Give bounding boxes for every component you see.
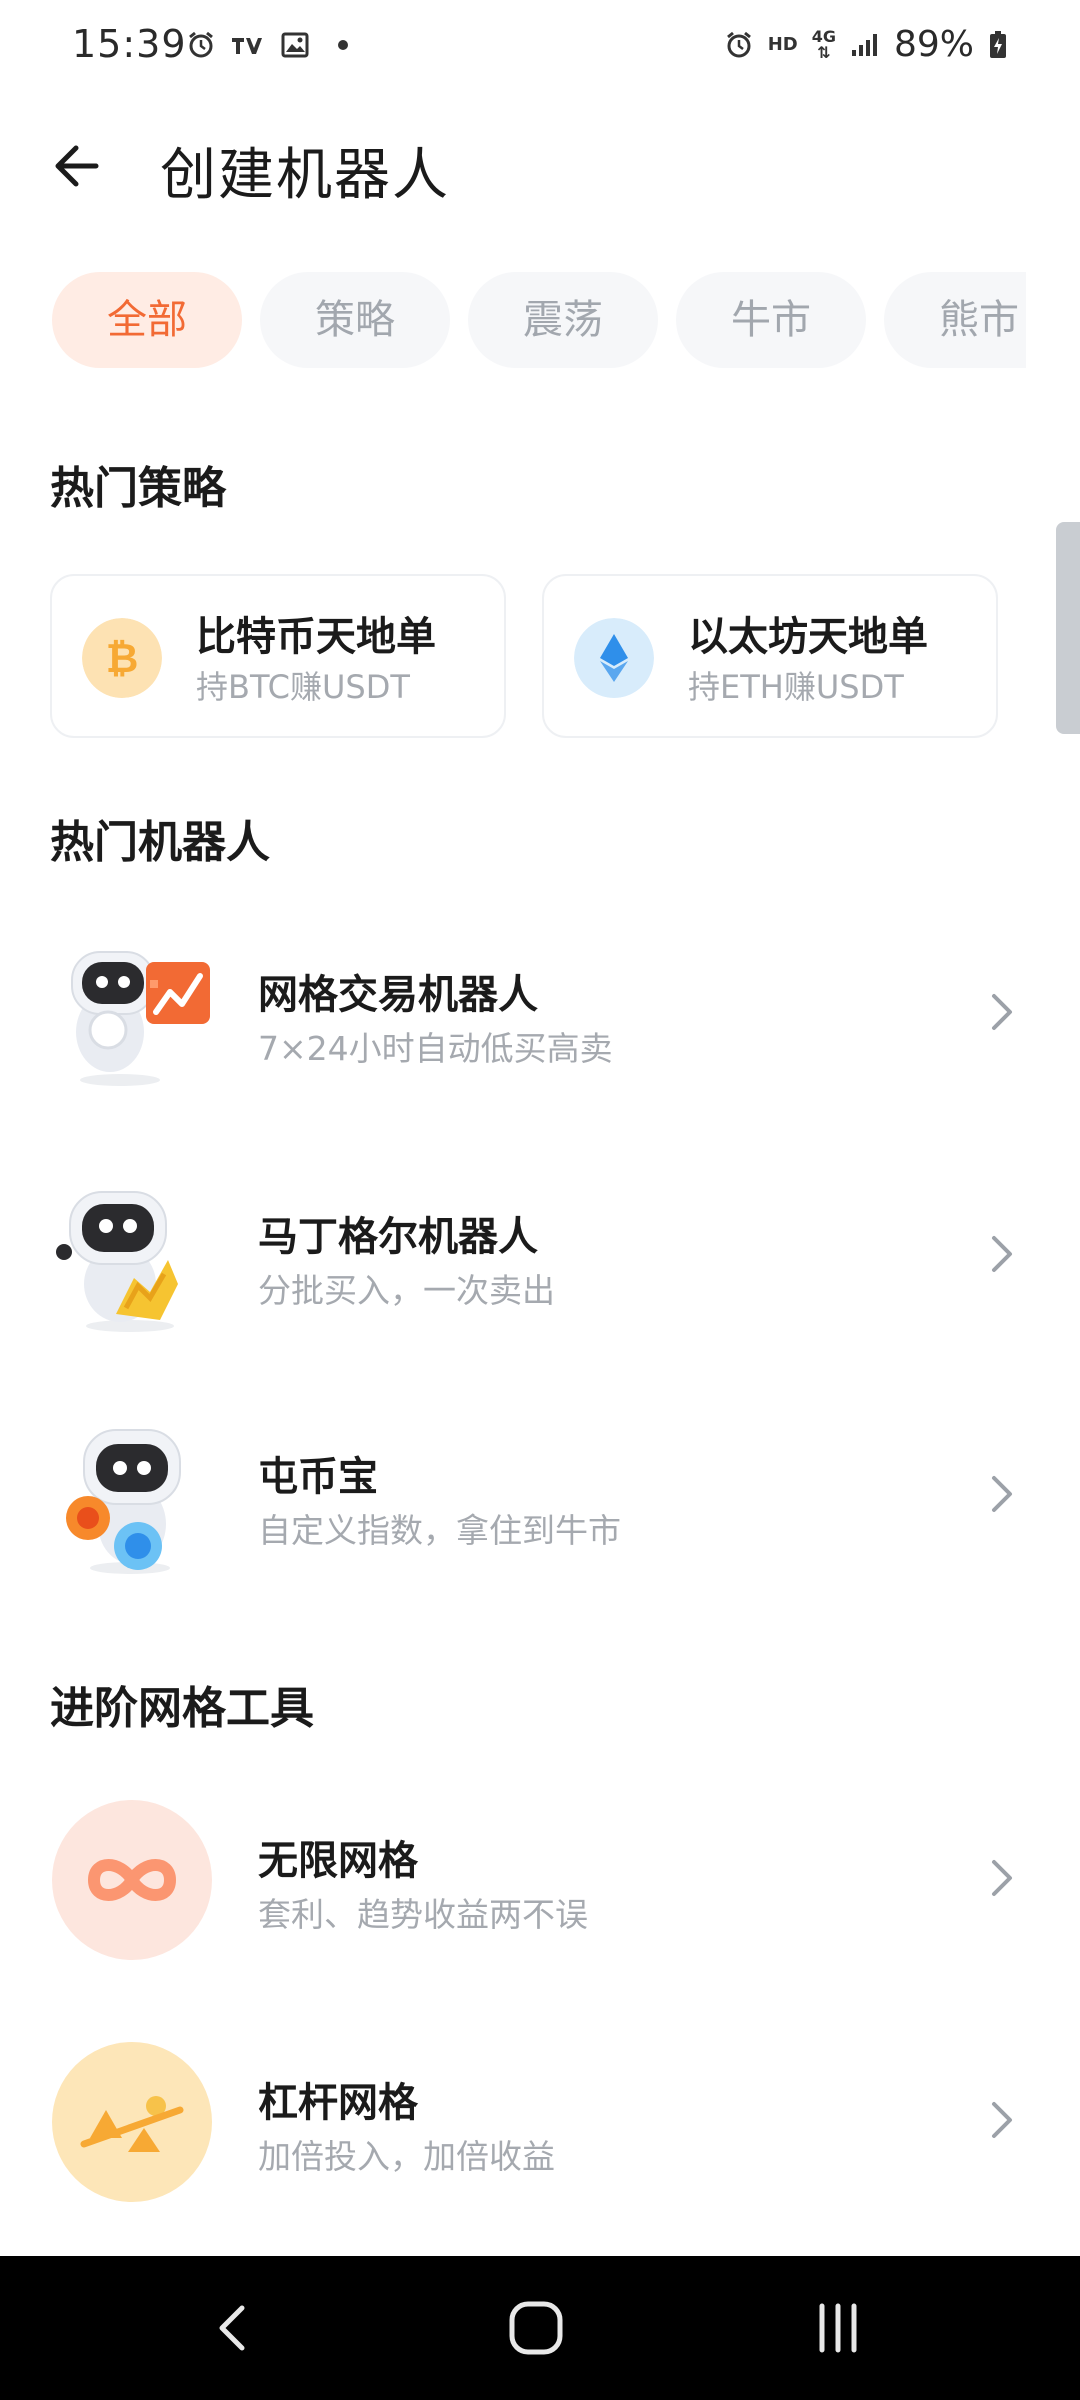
category-tabs: 全部 策略 震荡 牛市 熊市 bbox=[52, 272, 1026, 368]
svg-text:₿: ₿ bbox=[106, 636, 139, 682]
infinity-icon bbox=[52, 1800, 212, 1960]
row-subtitle: 分批买入，一次卖出 bbox=[258, 1271, 555, 1310]
strategy-card-btc[interactable]: ₿ 比特币天地单 持BTC赚USDT bbox=[50, 574, 506, 738]
row-title: 屯币宝 bbox=[258, 1454, 378, 1500]
network-type-label: 4G bbox=[811, 26, 836, 46]
4g-icon: 4G ⇅ bbox=[811, 26, 836, 62]
list-item-infinity-grid[interactable]: 无限网格 套利、趋势收益两不误 bbox=[0, 1788, 1080, 1968]
bitcoin-icon: ₿ bbox=[82, 618, 162, 698]
chevron-right-icon bbox=[992, 2102, 1012, 2138]
chevron-right-icon bbox=[992, 994, 1012, 1030]
hot-strategies-title: 热门策略 bbox=[50, 463, 226, 514]
list-item-hodl-robot[interactable]: 屯币宝 自定义指数，拿住到牛市 bbox=[0, 1404, 1080, 1584]
advanced-grid-title: 进阶网格工具 bbox=[50, 1683, 314, 1734]
arrow-left-icon[interactable] bbox=[46, 134, 110, 198]
scrollbar[interactable] bbox=[1056, 522, 1080, 734]
page-title: 创建机器人 bbox=[160, 143, 450, 208]
hodl-robot-icon bbox=[66, 1429, 181, 1574]
list-item-martingale-robot[interactable]: 马丁格尔机器人 分批买入，一次卖出 bbox=[0, 1164, 1080, 1344]
card-title: 以太坊天地单 bbox=[688, 614, 928, 660]
row-subtitle: 加倍投入，加倍收益 bbox=[258, 2137, 555, 2176]
signal-icon bbox=[851, 33, 877, 56]
tab-bull-market[interactable]: 牛市 bbox=[676, 272, 866, 368]
card-subtitle: 持ETH赚USDT bbox=[688, 668, 904, 706]
row-subtitle: 7×24小时自动低买高卖 bbox=[258, 1029, 613, 1068]
dot-icon bbox=[338, 40, 348, 50]
row-title: 杠杆网格 bbox=[258, 2080, 418, 2126]
status-bar: 15:39 HD 4G ⇅ 89% bbox=[0, 0, 1080, 100]
hot-robots-title: 热门机器人 bbox=[50, 817, 270, 868]
status-left-icons bbox=[186, 30, 348, 60]
ethereum-icon bbox=[574, 618, 654, 698]
chevron-right-icon bbox=[992, 1860, 1012, 1896]
alarm-icon bbox=[726, 31, 751, 57]
nav-recents-icon[interactable] bbox=[798, 2296, 878, 2360]
row-subtitle: 自定义指数，拿住到牛市 bbox=[258, 1511, 621, 1550]
tab-oscillation[interactable]: 震荡 bbox=[468, 272, 658, 368]
row-subtitle: 套利、趋势收益两不误 bbox=[258, 1895, 588, 1934]
battery-percent: 89% bbox=[893, 24, 974, 65]
alarm-icon bbox=[189, 31, 213, 58]
tab-bear-market[interactable]: 熊市 bbox=[884, 272, 1026, 368]
row-title: 马丁格尔机器人 bbox=[258, 1214, 538, 1260]
gallery-icon bbox=[281, 32, 309, 58]
grid-trading-robot-icon bbox=[71, 951, 210, 1086]
list-item-leverage-grid[interactable]: 杠杆网格 加倍投入，加倍收益 bbox=[0, 2030, 1080, 2210]
chevron-right-icon bbox=[992, 1476, 1012, 1512]
status-time: 15:39 bbox=[72, 22, 187, 66]
header: 创建机器人 bbox=[0, 112, 1080, 222]
list-item-grid-robot[interactable]: 网格交易机器人 7×24小时自动低买高卖 bbox=[0, 922, 1080, 1102]
leverage-shapes-icon bbox=[52, 2042, 212, 2202]
card-title: 比特币天地单 bbox=[196, 614, 436, 660]
screen: 15:39 HD 4G ⇅ 89% 创建机器人 全部 策略 震荡 牛市 熊市 热… bbox=[0, 0, 1080, 2400]
martingale-robot-icon bbox=[56, 1191, 178, 1332]
chevron-right-icon bbox=[992, 1236, 1012, 1272]
nav-home-icon[interactable] bbox=[496, 2296, 576, 2360]
card-subtitle: 持BTC赚USDT bbox=[196, 668, 410, 706]
tv-app-icon bbox=[232, 38, 262, 54]
row-title: 网格交易机器人 bbox=[258, 972, 538, 1018]
row-title: 无限网格 bbox=[258, 1838, 418, 1884]
status-right-icons: HD 4G ⇅ 89% bbox=[724, 24, 1008, 65]
hd-icon: HD bbox=[767, 34, 798, 55]
tab-all[interactable]: 全部 bbox=[52, 272, 242, 368]
battery-charging-icon bbox=[990, 30, 1006, 58]
system-nav-bar bbox=[0, 2256, 1080, 2400]
strategy-card-eth[interactable]: 以太坊天地单 持ETH赚USDT bbox=[542, 574, 998, 738]
tab-strategy[interactable]: 策略 bbox=[260, 272, 450, 368]
nav-back-icon[interactable] bbox=[192, 2296, 272, 2360]
